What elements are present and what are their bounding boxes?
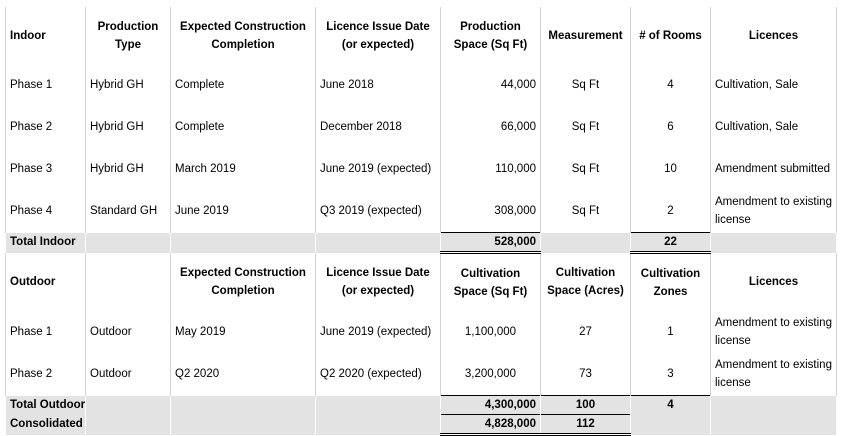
header-cultivation-space-acres: Cultivation Space (Acres) [540, 252, 631, 311]
total-indoor-row: Total Indoor 528,000 22 [5, 232, 837, 254]
consolidated-space: 4,828,000 [440, 414, 541, 436]
construction-completion: Complete [170, 64, 316, 106]
phase-label: Phase 1 [5, 311, 86, 353]
cultivation-zones: 1 [630, 311, 711, 353]
production-space: 110,000 [440, 148, 541, 190]
cultivation-space-acres: 73 [540, 353, 631, 396]
indoor-header-title: Indoor [5, 7, 86, 64]
header-construction-completion: Expected Construction Completion [170, 252, 316, 311]
construction-completion: May 2019 [170, 311, 316, 353]
total-indoor-rooms: 22 [630, 232, 711, 254]
rooms: 6 [630, 106, 711, 148]
licence-issue-date: June 2019 (expected) [315, 311, 441, 353]
total-outdoor-label: Total Outdoor [5, 395, 86, 415]
total-outdoor-zones: 4 [630, 395, 711, 415]
total-outdoor-acres: 100 [540, 395, 631, 415]
cultivation-zones: 3 [630, 353, 711, 396]
indoor-header-row: Indoor Production Type Expected Construc… [5, 7, 837, 64]
header-production-type: Production Type [85, 7, 171, 64]
total-outdoor-space: 4,300,000 [440, 395, 541, 415]
header-licences: Licences [710, 252, 837, 311]
licence-issue-date: June 2019 (expected) [315, 148, 441, 190]
production-type: Standard GH [85, 190, 171, 233]
facilities-table-container: Indoor Production Type Expected Construc… [5, 7, 837, 436]
production-space: 308,000 [440, 190, 541, 233]
consolidated-label: Consolidated [5, 414, 86, 435]
licences: Amendment submitted [710, 148, 837, 190]
phase-label: Phase 4 [5, 190, 86, 233]
licences: Cultivation, Sale [710, 106, 837, 148]
header-production-space: Production Space (Sq Ft) [440, 7, 541, 64]
rooms: 10 [630, 148, 711, 190]
measurement: Sq Ft [540, 64, 631, 106]
production-space: 44,000 [440, 64, 541, 106]
outdoor-header-title: Outdoor [5, 252, 86, 311]
facilities-table: Indoor Production Type Expected Construc… [5, 7, 837, 436]
header-construction-completion: Expected Construction Completion [170, 7, 316, 64]
header-cultivation-space-sqft: Cultivation Space (Sq Ft) [440, 252, 541, 311]
table-row: Phase 1 Hybrid GH Complete June 2018 44,… [5, 64, 837, 106]
rooms: 4 [630, 64, 711, 106]
cultivation-space-acres: 27 [540, 311, 631, 353]
table-row: Phase 3 Hybrid GH March 2019 June 2019 (… [5, 148, 837, 190]
consolidated-row: Consolidated 4,828,000 112 [5, 414, 837, 436]
licence-issue-date: December 2018 [315, 106, 441, 148]
licence-issue-date: Q2 2020 (expected) [315, 353, 441, 396]
licences: Amendment to existing license [710, 311, 837, 353]
licence-issue-date: June 2018 [315, 64, 441, 106]
licences: Amendment to existing license [710, 190, 837, 233]
total-indoor-space: 528,000 [440, 232, 541, 254]
header-licences: Licences [710, 7, 837, 64]
table-row: Phase 2 Outdoor Q2 2020 Q2 2020 (expecte… [5, 353, 837, 396]
measurement: Sq Ft [540, 106, 631, 148]
phase-label: Phase 2 [5, 353, 86, 396]
construction-completion: Complete [170, 106, 316, 148]
construction-completion: March 2019 [170, 148, 316, 190]
header-measurement: Measurement [540, 7, 631, 64]
cultivation-space-sqft: 1,100,000 [440, 311, 541, 353]
rooms: 2 [630, 190, 711, 233]
construction-completion: June 2019 [170, 190, 316, 233]
production-type: Hybrid GH [85, 64, 171, 106]
construction-completion: Q2 2020 [170, 353, 316, 396]
header-cultivation-zones: Cultivation Zones [630, 252, 711, 311]
phase-label: Phase 2 [5, 106, 86, 148]
header-licence-issue-date: Licence Issue Date (or expected) [315, 7, 441, 64]
table-row: Phase 1 Outdoor May 2019 June 2019 (expe… [5, 311, 837, 353]
measurement: Sq Ft [540, 190, 631, 233]
header-rooms: # of Rooms [630, 7, 711, 64]
licences: Cultivation, Sale [710, 64, 837, 106]
production-type: Outdoor [85, 353, 171, 396]
outdoor-header-row: Outdoor Expected Construction Completion… [5, 252, 837, 311]
production-type: Hybrid GH [85, 106, 171, 148]
consolidated-acres: 112 [540, 414, 631, 436]
total-indoor-label: Total Indoor [5, 232, 86, 253]
header-licence-issue-date: Licence Issue Date (or expected) [315, 252, 441, 311]
phase-label: Phase 1 [5, 64, 86, 106]
licences: Amendment to existing license [710, 353, 837, 396]
cultivation-space-sqft: 3,200,000 [440, 353, 541, 396]
production-space: 66,000 [440, 106, 541, 148]
total-outdoor-row: Total Outdoor 4,300,000 100 4 [5, 395, 837, 415]
production-type: Outdoor [85, 311, 171, 353]
production-type: Hybrid GH [85, 148, 171, 190]
phase-label: Phase 3 [5, 148, 86, 190]
header-blank [85, 252, 171, 311]
table-row: Phase 2 Hybrid GH Complete December 2018… [5, 106, 837, 148]
measurement: Sq Ft [540, 148, 631, 190]
table-row: Phase 4 Standard GH June 2019 Q3 2019 (e… [5, 190, 837, 233]
licence-issue-date: Q3 2019 (expected) [315, 190, 441, 233]
